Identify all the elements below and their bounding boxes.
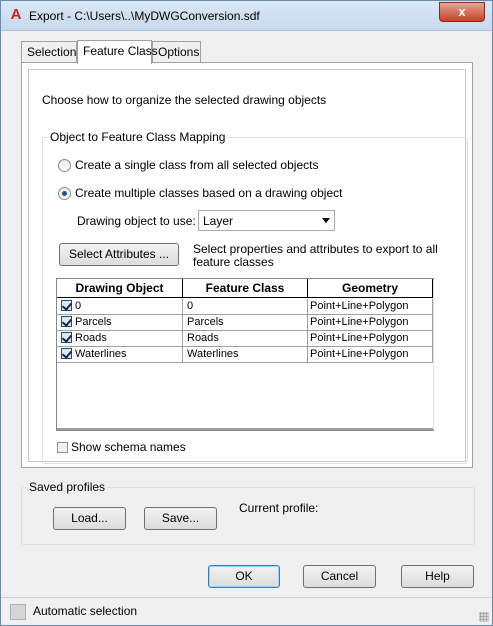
show-schema-names-label: Show schema names xyxy=(71,440,186,454)
current-profile-label: Current profile: xyxy=(239,501,319,515)
row-checkbox[interactable] xyxy=(61,332,72,343)
row-checkbox[interactable] xyxy=(61,316,72,327)
cell-feature-class[interactable]: Parcels xyxy=(183,315,308,331)
cell-drawing-object[interactable]: Waterlines xyxy=(57,347,183,363)
chevron-down-icon xyxy=(322,218,330,223)
drawing-object-text: Parcels xyxy=(75,316,112,328)
cancel-button[interactable]: Cancel xyxy=(303,565,376,588)
ok-button[interactable]: OK xyxy=(208,565,280,588)
radio-single-indicator[interactable] xyxy=(58,158,71,172)
row-checkbox[interactable] xyxy=(61,300,72,311)
selection-status-icon[interactable] xyxy=(10,604,26,620)
panel-frame: Choose how to organize the selected draw… xyxy=(28,69,468,464)
cell-geometry[interactable]: Point+Line+Polygon xyxy=(308,331,433,347)
select-attributes-description: Select properties and attributes to expo… xyxy=(193,242,438,269)
column-header-drawing-object[interactable]: Drawing Object xyxy=(57,279,183,298)
status-text: Automatic selection xyxy=(33,604,138,618)
resize-grip-icon[interactable] xyxy=(479,612,489,622)
saved-profiles-title: Saved profiles xyxy=(27,480,108,494)
mapping-table[interactable]: Drawing Object Feature Class Geometry 0 … xyxy=(56,278,434,431)
cell-drawing-object[interactable]: Roads xyxy=(57,331,183,347)
table-bottom-edge xyxy=(57,428,433,430)
drawing-object-text: Waterlines xyxy=(75,348,127,360)
column-header-geometry[interactable]: Geometry xyxy=(308,279,433,298)
mapping-group-title: Object to Feature Class Mapping xyxy=(48,130,228,144)
feature-class-panel: Choose how to organize the selected draw… xyxy=(21,62,473,468)
cell-geometry[interactable]: Point+Line+Polygon xyxy=(308,299,433,315)
column-header-feature-class[interactable]: Feature Class xyxy=(183,279,308,298)
help-button[interactable]: Help xyxy=(401,565,474,588)
mapping-group: Object to Feature Class Mapping Create a… xyxy=(42,130,468,464)
drawing-object-value: Layer xyxy=(203,214,234,228)
autocad-app-icon: A xyxy=(10,6,22,23)
cell-geometry[interactable]: Point+Line+Polygon xyxy=(308,315,433,331)
cell-feature-class[interactable]: Roads xyxy=(183,331,308,347)
radio-multiple-classes[interactable]: Create multiple classes based on a drawi… xyxy=(58,186,342,200)
export-dialog: A Export - C:\Users\..\MyDWGConversion.s… xyxy=(0,0,493,626)
tab-selection[interactable]: Selection xyxy=(21,41,77,63)
cell-drawing-object[interactable]: Parcels xyxy=(57,315,183,331)
close-icon: x xyxy=(458,4,466,19)
cell-feature-class[interactable]: 0 xyxy=(183,299,308,315)
close-button[interactable]: x xyxy=(439,2,485,22)
drawing-object-select[interactable]: Layer xyxy=(198,210,335,231)
select-attributes-button[interactable]: Select Attributes ... xyxy=(59,243,179,266)
radio-single-class[interactable]: Create a single class from all selected … xyxy=(58,158,318,172)
show-schema-names-toggle[interactable]: Show schema names xyxy=(57,440,186,454)
load-profile-button[interactable]: Load... xyxy=(53,507,126,530)
show-schema-names-checkbox[interactable] xyxy=(57,442,68,453)
save-profile-button[interactable]: Save... xyxy=(144,507,217,530)
row-checkbox[interactable] xyxy=(61,348,72,359)
saved-profiles-group: Saved profiles Load... Save... Current p… xyxy=(21,480,475,545)
cell-feature-class[interactable]: Waterlines xyxy=(183,347,308,363)
cell-geometry[interactable]: Point+Line+Polygon xyxy=(308,347,433,363)
tab-options[interactable]: Options xyxy=(152,41,201,63)
drawing-object-text: 0 xyxy=(75,300,82,312)
radio-multiple-label: Create multiple classes based on a drawi… xyxy=(75,186,343,200)
drawing-object-label: Drawing object to use: xyxy=(77,214,196,228)
cell-drawing-object[interactable]: 0 xyxy=(57,299,183,315)
title-bar[interactable]: A Export - C:\Users\..\MyDWGConversion.s… xyxy=(1,1,492,31)
radio-single-label: Create a single class from all selected … xyxy=(75,158,319,172)
table-right-edge xyxy=(433,279,434,430)
intro-text: Choose how to organize the selected draw… xyxy=(42,93,327,107)
drawing-object-text: Roads xyxy=(75,332,107,344)
radio-multiple-indicator[interactable] xyxy=(58,186,71,200)
window-title: Export - C:\Users\..\MyDWGConversion.sdf xyxy=(29,9,260,23)
status-bar: Automatic selection xyxy=(1,597,492,625)
tab-feature-class[interactable]: Feature Class xyxy=(77,40,158,64)
